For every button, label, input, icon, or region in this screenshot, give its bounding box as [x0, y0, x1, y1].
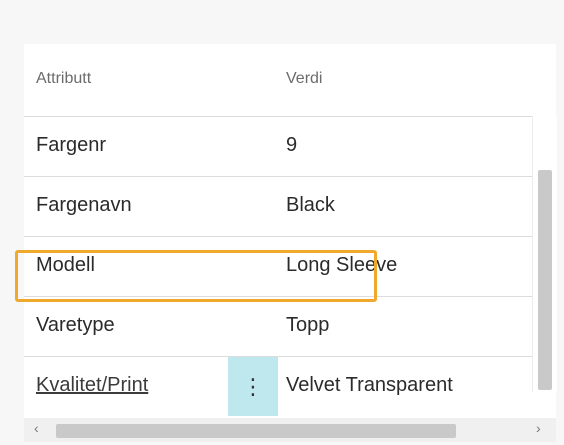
table-row-modell[interactable]: Modell Long Sleeve: [24, 236, 556, 296]
vertical-scroll-thumb[interactable]: [538, 170, 552, 390]
attribute-cell: Fargenr: [36, 134, 107, 156]
column-header-value[interactable]: Verdi: [286, 70, 322, 88]
grid-rows: Fargenr 9 Fargenavn Black Modell Long Sl…: [15, 116, 556, 416]
table-row-fargenr[interactable]: Fargenr 9: [24, 116, 556, 176]
table-row-varetype[interactable]: Varetype Topp: [24, 296, 556, 356]
attribute-cell: Modell: [36, 254, 95, 276]
attribute-grid: Attributt Verdi Fargenr 9 Fargenavn Blac…: [15, 44, 556, 436]
column-header-attribute[interactable]: Attributt: [36, 70, 91, 88]
value-cell[interactable]: Topp: [286, 314, 329, 337]
grid-header: Attributt Verdi: [24, 44, 556, 116]
horizontal-scroll-thumb[interactable]: [56, 424, 456, 438]
table-row-kvalitet-print[interactable]: Kvalitet/Print ⋮ Velvet Transparent: [24, 356, 556, 416]
attribute-link[interactable]: Kvalitet/Print: [36, 374, 148, 397]
row-actions-menu-icon[interactable]: ⋮: [228, 357, 278, 416]
value-cell[interactable]: 9: [286, 134, 297, 157]
attribute-panel: Attributt Verdi Fargenr 9 Fargenavn Blac…: [0, 0, 564, 445]
value-cell[interactable]: Black: [286, 194, 335, 217]
value-cell[interactable]: Long Sleeve: [286, 254, 397, 277]
attribute-cell: Fargenavn: [36, 194, 132, 216]
scroll-left-icon[interactable]: ‹: [34, 420, 39, 436]
value-cell[interactable]: Velvet Transparent: [286, 374, 453, 397]
table-row-fargenavn[interactable]: Fargenavn Black: [24, 176, 556, 236]
scroll-right-icon[interactable]: ›: [536, 420, 541, 436]
attribute-cell: Varetype: [36, 314, 115, 336]
